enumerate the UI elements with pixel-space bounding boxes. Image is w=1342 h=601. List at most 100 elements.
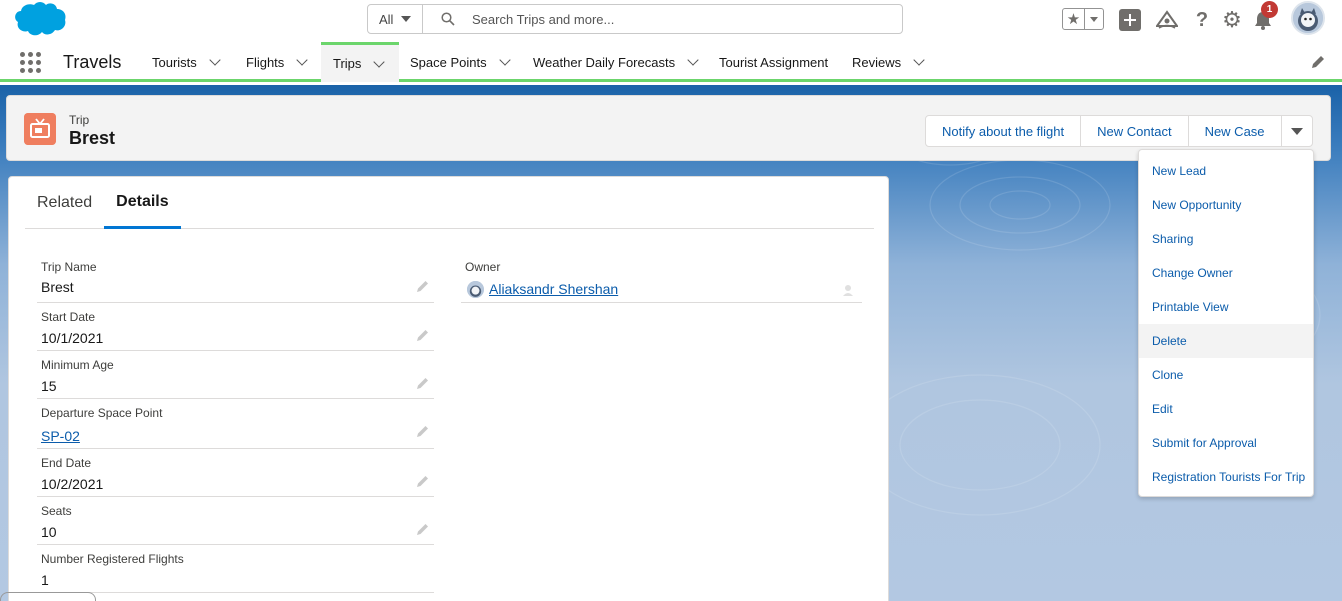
field-label: Owner: [465, 260, 501, 274]
object-type-label: Trip: [69, 113, 90, 127]
nav-item-flights[interactable]: Flights: [246, 42, 308, 82]
gear-icon[interactable]: ⚙: [1221, 9, 1243, 31]
nav-item-label: Weather Daily Forecasts: [533, 54, 676, 70]
nav-item-reviews[interactable]: Reviews: [852, 42, 925, 82]
menu-item-clone[interactable]: Clone: [1139, 358, 1313, 392]
field-label: Minimum Age: [41, 358, 114, 372]
new-case-button[interactable]: New Case: [1187, 115, 1282, 147]
search-icon: [441, 12, 455, 26]
nav-item-label: Tourists: [152, 54, 197, 70]
global-search: All: [367, 4, 903, 34]
tab-related[interactable]: Related: [25, 177, 104, 229]
nav-item-label: Space Points: [410, 54, 487, 70]
search-scope-select[interactable]: All: [368, 5, 423, 33]
pencil-edit-icon[interactable]: [416, 424, 430, 438]
nav-item-label: Reviews: [852, 54, 902, 70]
notification-badge: 1: [1261, 1, 1278, 18]
menu-item-new-opportunity[interactable]: New Opportunity: [1139, 188, 1313, 222]
nav-item-trips[interactable]: Trips: [321, 42, 399, 82]
app-launcher-icon[interactable]: [20, 52, 41, 73]
record-title: Brest: [69, 128, 116, 148]
owner-link[interactable]: Aliaksandr Shershan: [489, 281, 618, 297]
menu-item-delete[interactable]: Delete: [1139, 324, 1313, 358]
salesforce-logo-icon[interactable]: [10, 0, 70, 40]
chevron-down-icon[interactable]: [209, 54, 221, 66]
chevron-down-icon[interactable]: [498, 54, 511, 66]
departure-space-point-link[interactable]: SP-02: [41, 428, 80, 444]
search-field: [423, 5, 902, 33]
app-nav-bar: Travels Tourists Flights Trips Space Poi…: [0, 42, 1342, 82]
nav-item-label: Trips: [333, 56, 362, 71]
trailhead-icon[interactable]: [1156, 9, 1178, 31]
caret-down-icon: [401, 16, 412, 22]
trip-record-tv-icon: [24, 113, 56, 145]
menu-item-registration-tourists[interactable]: Registration Tourists For Trip: [1139, 460, 1313, 494]
nav-item-space-points[interactable]: Space Points: [410, 42, 511, 82]
field-value: 15: [41, 378, 57, 394]
pencil-edit-icon[interactable]: [416, 376, 430, 390]
nav-item-weather-daily-forecasts[interactable]: Weather Daily Forecasts: [533, 42, 699, 82]
tab-details[interactable]: Details: [104, 177, 181, 229]
menu-item-printable-view[interactable]: Printable View: [1139, 290, 1313, 324]
search-scope-label: All: [379, 11, 394, 27]
menu-item-submit-for-approval[interactable]: Submit for Approval: [1139, 426, 1313, 460]
field-label: Number Registered Flights: [41, 552, 184, 566]
help-icon[interactable]: ?: [1191, 9, 1213, 31]
record-actions-group: Notify about the flight New Contact New …: [925, 115, 1313, 147]
field-value: 10/2/2021: [41, 476, 104, 492]
field-owner: Owner Aliaksandr Shershan: [461, 257, 862, 303]
field-value: 1: [41, 572, 49, 588]
pencil-edit-icon[interactable]: [416, 279, 430, 293]
field-trip-name: Trip Name Brest: [37, 257, 434, 303]
field-minimum-age: Minimum Age 15: [37, 351, 434, 399]
field-label: Trip Name: [41, 260, 97, 274]
chevron-down-icon[interactable]: [296, 54, 308, 66]
field-start-date: Start Date 10/1/2021: [37, 303, 434, 351]
record-highlights-panel: Trip Brest Notify about the flight New C…: [6, 95, 1331, 161]
record-tabs: Related Details: [25, 177, 874, 229]
menu-item-change-owner[interactable]: Change Owner: [1139, 256, 1313, 290]
field-label: Seats: [41, 504, 72, 518]
caret-down-icon: [1090, 16, 1098, 22]
more-actions-button[interactable]: [1280, 115, 1313, 147]
more-actions-menu: New Lead New Opportunity Sharing Change …: [1138, 149, 1314, 497]
favorites-button[interactable]: ★: [1062, 8, 1104, 30]
record-detail-card: Related Details Trip Name Brest Start Da…: [8, 176, 889, 601]
astro-avatar-icon: [1293, 3, 1323, 33]
caret-down-icon: [1290, 127, 1303, 135]
field-value: Brest: [41, 279, 74, 295]
global-actions-plus-icon[interactable]: [1119, 9, 1141, 31]
field-label: Start Date: [41, 310, 96, 324]
field-departure-space-point: Departure Space Point SP-02: [37, 399, 434, 449]
notify-about-flight-button[interactable]: Notify about the flight: [925, 115, 1082, 147]
search-input[interactable]: [472, 11, 852, 27]
field-label: End Date: [41, 456, 92, 470]
field-end-date: End Date 10/2/2021: [37, 449, 434, 497]
pencil-edit-icon[interactable]: [416, 328, 430, 342]
owner-avatar: [467, 281, 484, 298]
star-icon[interactable]: ★: [1063, 9, 1085, 29]
user-avatar[interactable]: [1291, 1, 1325, 35]
pencil-edit-icon[interactable]: [416, 474, 430, 488]
pencil-edit-icon[interactable]: [416, 522, 430, 536]
nav-item-tourist-assignment[interactable]: Tourist Assignment: [719, 42, 828, 82]
favorites-dropdown-button[interactable]: [1085, 9, 1103, 29]
nav-item-tourists[interactable]: Tourists: [152, 42, 221, 82]
edit-nav-pencil-icon[interactable]: [1310, 54, 1326, 70]
change-owner-icon[interactable]: [842, 283, 856, 297]
field-number-registered-flights: Number Registered Flights 1: [37, 545, 434, 593]
docked-utility-tab[interactable]: [0, 592, 96, 601]
menu-item-sharing[interactable]: Sharing: [1139, 222, 1313, 256]
nav-item-label: Tourist Assignment: [719, 54, 829, 70]
field-value: 10/1/2021: [41, 330, 104, 346]
chevron-down-icon[interactable]: [687, 54, 699, 66]
nav-item-label: Flights: [246, 54, 285, 70]
chevron-down-icon[interactable]: [913, 54, 925, 66]
chevron-down-icon[interactable]: [373, 55, 386, 68]
new-contact-button[interactable]: New Contact: [1080, 115, 1189, 147]
field-seats: Seats 10: [37, 497, 434, 545]
menu-item-new-lead[interactable]: New Lead: [1139, 154, 1313, 188]
field-label: Departure Space Point: [41, 406, 163, 420]
menu-item-edit[interactable]: Edit: [1139, 392, 1313, 426]
global-header: All ★ ? ⚙ 1: [0, 0, 1342, 42]
